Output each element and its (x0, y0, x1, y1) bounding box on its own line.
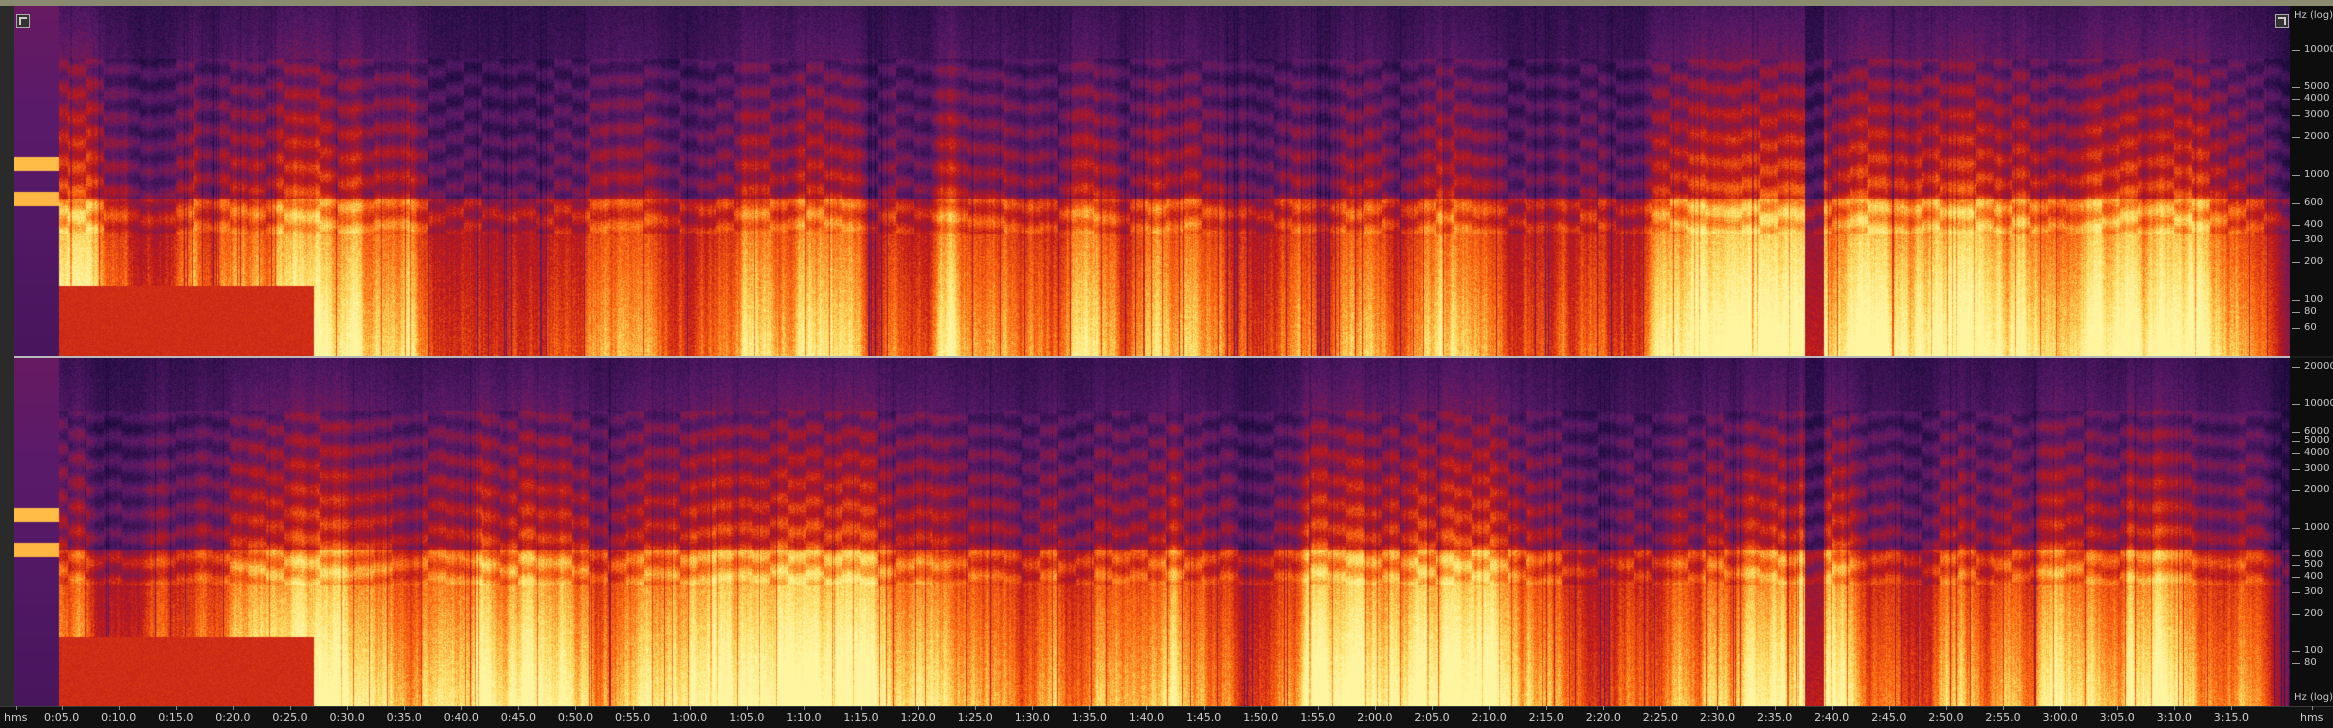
frequency-tick-label: 200 (2291, 256, 2324, 268)
time-tick-label: 2:50.0 (1928, 706, 1964, 724)
time-tick-label: 2:10.0 (1471, 706, 1507, 724)
frequency-tick-label: 10000 (2292, 44, 2333, 56)
spectrogram-channel-left[interactable] (14, 6, 2290, 356)
zoom-corner-icon[interactable] (2275, 14, 2289, 28)
time-tick-label: 0:05.0 (44, 706, 80, 724)
frequency-tick-label: 200 (2291, 607, 2324, 619)
spectrogram-canvas-left[interactable] (14, 6, 2290, 356)
time-tick-label: 1:10.0 (786, 706, 822, 724)
time-tick-label: 2:45.0 (1871, 706, 1907, 724)
frequency-tick-label: 5000 (2291, 435, 2330, 447)
frequency-tick-label: 80 (2292, 656, 2317, 668)
frequency-tick-label: 2000 (2291, 484, 2330, 496)
frequency-tick-label: 100 (2291, 644, 2324, 656)
time-tick-label: 2:25.0 (1642, 706, 1678, 724)
time-tick-label: 1:30.0 (1014, 706, 1050, 724)
time-tick-label: 2:30.0 (1699, 706, 1736, 724)
time-tick-label: 3:10.0 (2156, 706, 2192, 724)
time-tick-label: 2:20.0 (1585, 706, 1621, 724)
spectrogram-canvas-right[interactable] (14, 358, 2290, 706)
time-tick-label: 0:10.0 (101, 706, 137, 724)
frequency-unit-label: Hz (log) (2294, 692, 2333, 703)
time-tick-label: 2:55.0 (1985, 706, 2021, 724)
time-tick-label: 0:40.0 (443, 706, 479, 724)
frequency-tick-label: 60 (2292, 321, 2317, 333)
time-tick-label: 1:45.0 (1186, 706, 1222, 724)
time-tick-label: 0:30.0 (329, 706, 365, 724)
frequency-tick-label: 80 (2292, 306, 2317, 318)
spectrogram-channel-right[interactable] (14, 358, 2290, 706)
time-tick-label: 2:00.0 (1357, 706, 1393, 724)
time-unit-label: hms (2300, 706, 2324, 724)
frequency-tick-label: 3000 (2291, 462, 2330, 474)
time-tick-label: 1:20.0 (900, 706, 936, 724)
time-unit-label: hms (4, 706, 28, 724)
time-tick-label: 1:55.0 (1300, 706, 1336, 724)
frequency-tick-label: 2000 (2291, 131, 2330, 143)
time-tick-label: 2:05.0 (1414, 706, 1450, 724)
frequency-tick-label: 1000 (2291, 521, 2330, 533)
time-tick-label: 0:25.0 (272, 706, 308, 724)
left-margin (0, 6, 14, 706)
time-tick-label: 1:40.0 (1128, 706, 1165, 724)
time-ruler[interactable]: hms hms 0:05.0 0:10.0 0:15.0 0:20.0 0:25.0 0:… (0, 706, 2333, 728)
time-tick-label: 0:20.0 (215, 706, 251, 724)
frequency-scale-right-channel[interactable]: Hz (log) 20000 10000 6000 5000 4000 3000 2000 1… (2290, 358, 2333, 706)
frequency-tick-label: 4000 (2291, 93, 2330, 105)
frequency-tick-label: 500 (2291, 558, 2324, 570)
frequency-tick-label: 400 (2291, 570, 2324, 582)
frequency-tick-label: 100 (2291, 294, 2324, 306)
time-tick-label: 2:40.0 (1814, 706, 1850, 724)
time-tick-label: 1:35.0 (1071, 706, 1107, 724)
frequency-tick-label: 300 (2291, 586, 2324, 598)
frequency-tick-label: 4000 (2291, 447, 2330, 459)
time-tick-label: 0:55.0 (615, 706, 651, 724)
time-tick-label: 3:00.0 (2042, 706, 2078, 724)
time-tick-label: 1:00.0 (672, 706, 708, 724)
time-tick-label: 0:35.0 (386, 706, 422, 724)
frequency-tick-label: 5000 (2291, 81, 2330, 93)
time-tick-label: 1:15.0 (843, 706, 879, 724)
frequency-tick-label: 600 (2291, 196, 2324, 208)
time-tick-label: 1:50.0 (1243, 706, 1279, 724)
frequency-tick-label: 300 (2291, 234, 2324, 246)
time-tick-label: 2:35.0 (1757, 706, 1793, 724)
frequency-tick-label: 20000 (2292, 361, 2333, 373)
frequency-tick-label: 10000 (2292, 398, 2333, 410)
time-tick-label: 2:15.0 (1528, 706, 1564, 724)
time-tick-label: 0:45.0 (500, 706, 536, 724)
frequency-tick-label: 3000 (2291, 109, 2330, 121)
time-tick-label: 0:15.0 (158, 706, 194, 724)
time-tick-label: 3:15.0 (2213, 706, 2249, 724)
time-tick-label: 1:25.0 (957, 706, 993, 724)
frequency-unit-label: Hz (log) (2294, 10, 2333, 21)
frequency-tick-label: 400 (2291, 218, 2324, 230)
time-tick-label: 0:50.0 (557, 706, 594, 724)
time-tick-label: 1:05.0 (729, 706, 765, 724)
time-tick-label: 3:05.0 (2099, 706, 2135, 724)
zoom-corner-icon[interactable] (16, 14, 30, 28)
frequency-scale-left-channel[interactable]: Hz (log) 10000 5000 4000 3000 2000 1000 600 400… (2290, 6, 2333, 356)
frequency-tick-label: 1000 (2291, 168, 2330, 180)
